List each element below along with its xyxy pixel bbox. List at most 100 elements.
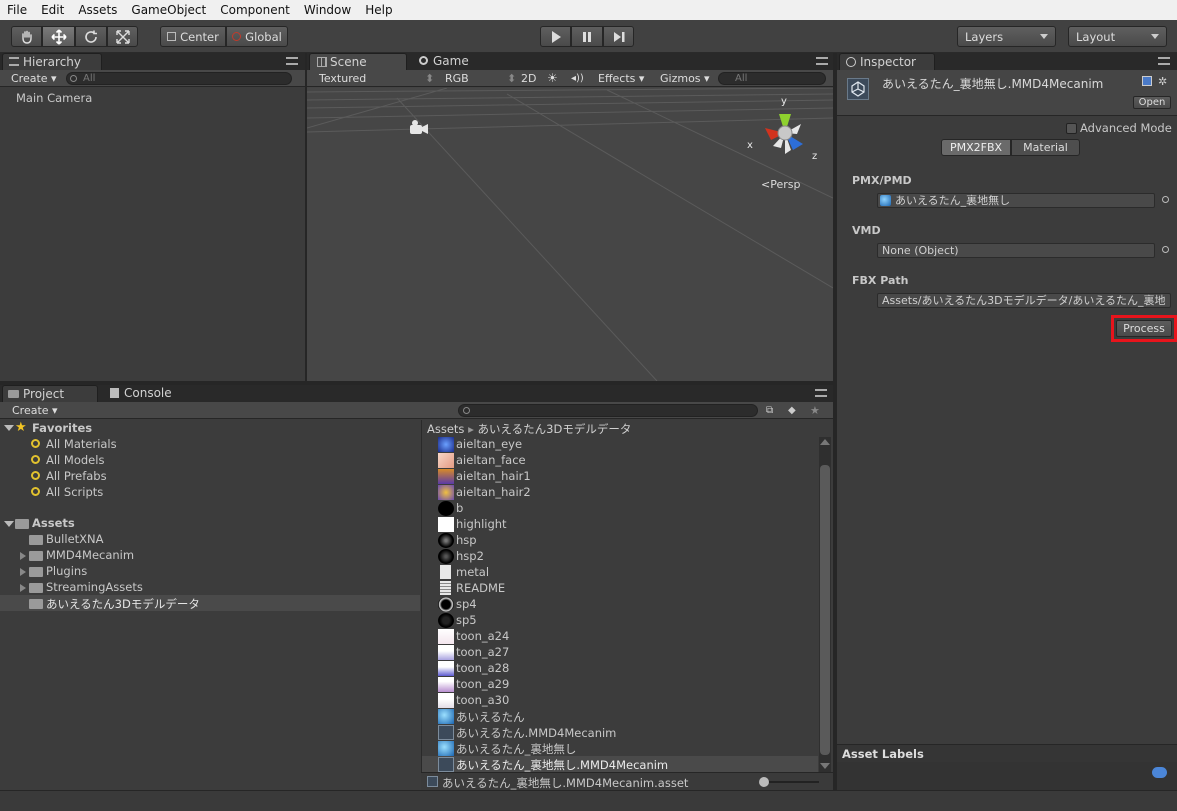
menu-edit[interactable]: Edit <box>34 3 71 17</box>
scroll-thumb[interactable] <box>820 465 830 755</box>
hierarchy-create-dropdown[interactable]: Create ▾ <box>11 72 57 85</box>
layout-dropdown[interactable]: Layout <box>1068 26 1167 47</box>
collapse-arrow-icon[interactable] <box>20 552 26 560</box>
hierarchy-search-input[interactable]: All <box>66 72 292 85</box>
scroll-down-arrow-icon[interactable] <box>820 763 830 769</box>
splitter[interactable] <box>0 381 835 385</box>
splitter[interactable] <box>305 53 307 381</box>
tab-material[interactable]: Material <box>1011 139 1080 156</box>
tab-pmx2fbx[interactable]: PMX2FBX <box>941 139 1011 156</box>
advanced-mode-checkbox[interactable] <box>1066 123 1077 134</box>
help-icon[interactable] <box>1142 76 1152 86</box>
tab-scene[interactable]: Scene <box>309 53 407 70</box>
scene-viewport[interactable]: y x z <Persp <box>307 88 833 381</box>
file-metal[interactable]: metal <box>456 565 489 579</box>
file-list-scrollbar[interactable] <box>819 437 831 772</box>
gizmos-dropdown[interactable]: Gizmos ▾ <box>660 72 710 85</box>
menu-help[interactable]: Help <box>358 3 399 17</box>
file-model-mmd4mecanim[interactable]: あいえるたん.MMD4Mecanim <box>456 725 616 741</box>
filter-type-icon[interactable]: ⧉ <box>766 405 773 416</box>
hierarchy-item-main-camera[interactable]: Main Camera <box>16 91 92 105</box>
favorite-all-materials[interactable]: All Materials <box>46 437 117 451</box>
tab-game[interactable]: Game <box>413 53 493 70</box>
pause-button[interactable] <box>571 26 603 47</box>
move-tool-button[interactable] <box>42 26 75 47</box>
audio-icon[interactable]: ◂)) <box>571 72 584 85</box>
folder-bulletxna[interactable]: BulletXNA <box>46 532 104 546</box>
menu-file[interactable]: File <box>0 3 34 17</box>
file-sp4[interactable]: sp4 <box>456 597 477 611</box>
effects-dropdown[interactable]: Effects ▾ <box>598 72 644 85</box>
play-button[interactable] <box>540 26 571 47</box>
file-aieltan-hair1[interactable]: aieltan_hair1 <box>456 469 531 483</box>
file-model-nolining-mmd4mecanim[interactable]: あいえるたん_裏地無し.MMD4Mecanim <box>456 757 668 773</box>
breadcrumb-folder[interactable]: あいえるたん3Dモデルデータ <box>478 422 632 436</box>
favorite-all-models[interactable]: All Models <box>46 453 104 467</box>
folder-streamingassets[interactable]: StreamingAssets <box>46 580 143 594</box>
file-toon-a27[interactable]: toon_a27 <box>456 645 509 659</box>
favorite-all-prefabs[interactable]: All Prefabs <box>46 469 107 483</box>
scale-tool-button[interactable] <box>107 26 138 47</box>
rotate-tool-button[interactable] <box>75 26 107 47</box>
layers-dropdown[interactable]: Layers <box>957 26 1056 47</box>
collapse-arrow-icon[interactable] <box>20 568 26 576</box>
file-highlight[interactable]: highlight <box>456 517 507 531</box>
scene-search-input[interactable]: All <box>718 72 826 85</box>
file-aieltan-face[interactable]: aieltan_face <box>456 453 526 467</box>
file-aieltan-hair2[interactable]: aieltan_hair2 <box>456 485 531 499</box>
pmx-object-field[interactable]: あいえるたん_裏地無し <box>877 193 1155 208</box>
file-readme[interactable]: README <box>456 581 505 595</box>
file-model[interactable]: あいえるたん <box>456 709 525 725</box>
file-hsp[interactable]: hsp <box>456 533 477 547</box>
object-picker-icon[interactable] <box>1162 196 1169 203</box>
panel-menu-icon[interactable] <box>286 57 298 65</box>
menu-window[interactable]: Window <box>297 3 358 17</box>
open-button[interactable]: Open <box>1133 96 1171 109</box>
file-aieltan-eye[interactable]: aieltan_eye <box>456 437 522 451</box>
menu-gameobject[interactable]: GameObject <box>124 3 213 17</box>
expand-arrow-icon[interactable] <box>4 425 14 431</box>
render-mode-dropdown[interactable]: RGB <box>445 72 469 85</box>
collapse-arrow-icon[interactable] <box>20 584 26 592</box>
filter-label-icon[interactable]: ◆ <box>788 405 796 416</box>
pivot-center-toggle[interactable]: Center <box>160 26 226 47</box>
file-toon-a28[interactable]: toon_a28 <box>456 661 509 675</box>
menu-assets[interactable]: Assets <box>71 3 124 17</box>
panel-menu-icon[interactable] <box>816 57 828 65</box>
folder-plugins[interactable]: Plugins <box>46 564 87 578</box>
panel-menu-icon[interactable] <box>1158 57 1170 65</box>
favorite-star-icon[interactable]: ★ <box>810 404 820 417</box>
project-create-dropdown[interactable]: Create ▾ <box>12 404 58 417</box>
splitter[interactable] <box>833 53 837 790</box>
expand-arrow-icon[interactable] <box>4 521 14 527</box>
icon-size-slider-thumb[interactable] <box>759 777 769 787</box>
fbx-path-field[interactable]: Assets/あいえるたん3Dモデルデータ/あいえるたん_裏地 <box>877 293 1171 308</box>
file-toon-a29[interactable]: toon_a29 <box>456 677 509 691</box>
file-model-nolining[interactable]: あいえるたん_裏地無し <box>456 741 576 757</box>
tab-console[interactable]: Console <box>104 385 194 402</box>
object-picker-icon[interactable] <box>1162 246 1169 253</box>
step-button[interactable] <box>603 26 634 47</box>
project-search-input[interactable] <box>458 404 758 417</box>
hand-tool-button[interactable] <box>11 26 42 47</box>
panel-menu-icon[interactable] <box>815 389 827 397</box>
tab-project[interactable]: Project <box>2 385 98 402</box>
shading-dropdown[interactable]: Textured <box>319 72 366 85</box>
favorites-label[interactable]: Favorites <box>32 421 92 435</box>
vmd-object-field[interactable]: None (Object) <box>877 243 1155 258</box>
favorite-all-scripts[interactable]: All Scripts <box>46 485 103 499</box>
2d-toggle[interactable]: 2D <box>521 72 536 85</box>
file-sp5[interactable]: sp5 <box>456 613 477 627</box>
tab-hierarchy[interactable]: Hierarchy <box>2 53 102 70</box>
folder-model-data[interactable]: あいえるたん3Dモデルデータ <box>46 596 200 612</box>
file-toon-a30[interactable]: toon_a30 <box>456 693 509 707</box>
process-button[interactable]: Process <box>1116 320 1172 337</box>
breadcrumb-assets[interactable]: Assets <box>427 422 464 436</box>
scroll-up-arrow-icon[interactable] <box>820 439 830 445</box>
file-b[interactable]: b <box>456 501 463 515</box>
pivot-global-toggle[interactable]: Global <box>226 26 288 47</box>
lighting-icon[interactable]: ☀ <box>547 72 558 85</box>
menu-component[interactable]: Component <box>213 3 297 17</box>
assets-root-label[interactable]: Assets <box>32 516 75 530</box>
gear-icon[interactable]: ✲ <box>1158 75 1167 88</box>
